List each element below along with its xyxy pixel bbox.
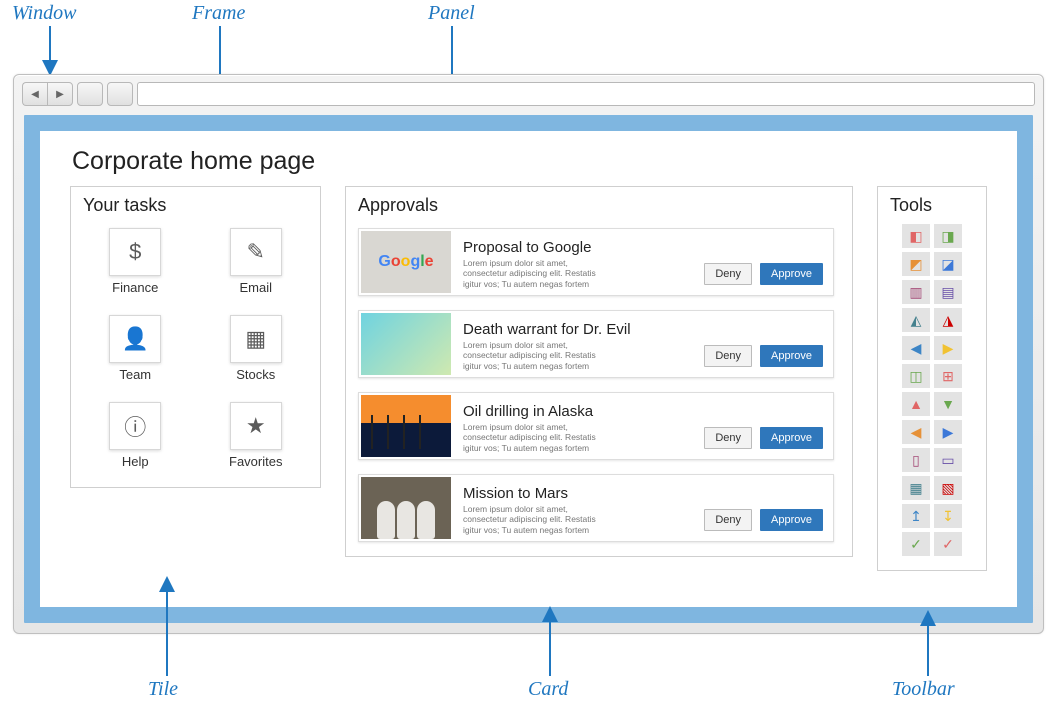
card-title: Oil drilling in Alaska	[463, 403, 831, 420]
forward-button[interactable]: ▶	[47, 82, 73, 106]
card-thumbnail	[361, 395, 451, 457]
annotation-card: Card	[528, 678, 568, 701]
page-title: Corporate home page	[72, 147, 987, 176]
tasks-panel-title: Your tasks	[83, 195, 308, 216]
deny-button[interactable]: Deny	[704, 427, 752, 449]
tool-button[interactable]: ◫	[902, 364, 930, 388]
card-title: Death warrant for Dr. Evil	[463, 321, 831, 338]
tool-button[interactable]: ◭	[902, 308, 930, 332]
approvals-panel-title: Approvals	[358, 195, 840, 216]
tool-button[interactable]: ✓	[934, 532, 962, 556]
tools-panel-title: Tools	[890, 195, 974, 216]
tile-help[interactable]: ⓘ Help	[89, 402, 182, 469]
browser-toolbar: ◀ ▶	[14, 75, 1043, 113]
favorites-icon: ★	[230, 402, 282, 450]
card-description: Lorem ipsum dolor sit amet, consectetur …	[463, 422, 613, 454]
annotation-window: Window	[12, 2, 76, 25]
arrow-tile	[157, 576, 177, 676]
tile-label: Help	[122, 454, 149, 469]
back-button[interactable]: ◀	[22, 82, 47, 106]
tool-button[interactable]: ▦	[902, 476, 930, 500]
annotation-panel: Panel	[428, 2, 475, 25]
deny-button[interactable]: Deny	[704, 263, 752, 285]
tool-button[interactable]: ▼	[934, 392, 962, 416]
tile-favorites[interactable]: ★ Favorites	[210, 402, 303, 469]
tool-button[interactable]: ◩	[902, 252, 930, 276]
browser-button-2[interactable]	[107, 82, 133, 106]
email-icon: ✎	[230, 228, 282, 276]
annotation-frame: Frame	[192, 2, 245, 25]
tool-button[interactable]: ▶	[934, 420, 962, 444]
tool-button[interactable]: ▧	[934, 476, 962, 500]
tile-team[interactable]: 👤 Team	[89, 315, 182, 382]
tool-button[interactable]: ▯	[902, 448, 930, 472]
deny-button[interactable]: Deny	[704, 509, 752, 531]
stocks-icon: ▦	[230, 315, 282, 363]
annotation-tile: Tile	[148, 678, 178, 701]
tool-button[interactable]: ✓	[902, 532, 930, 556]
card-thumbnail: Google	[361, 231, 451, 293]
tool-button[interactable]: ▶	[934, 336, 962, 360]
arrow-window	[40, 26, 60, 76]
card: Google Proposal to Google Lorem ipsum dolo…	[358, 228, 834, 296]
tool-button[interactable]: ▲	[902, 392, 930, 416]
tile-label: Favorites	[229, 454, 282, 469]
tool-button[interactable]: ◨	[934, 224, 962, 248]
tile-label: Stocks	[236, 367, 275, 382]
card-title: Proposal to Google	[463, 239, 831, 256]
approve-button[interactable]: Approve	[760, 509, 823, 531]
annotation-toolbar: Toolbar	[892, 678, 955, 701]
card-title: Mission to Mars	[463, 485, 831, 502]
arrow-toolbar	[918, 610, 938, 676]
tasks-panel: Your tasks $ Finance ✎ Email 👤 Team ▦ Stocks ⓘ He…	[70, 186, 321, 488]
tile-finance[interactable]: $ Finance	[89, 228, 182, 295]
tool-button[interactable]: ↥	[902, 504, 930, 528]
browser-window: ◀ ▶ Corporate home page Your tasks $ Fina…	[13, 74, 1044, 634]
tool-button[interactable]: ▥	[902, 280, 930, 304]
tile-email[interactable]: ✎ Email	[210, 228, 303, 295]
tool-button[interactable]: ◮	[934, 308, 962, 332]
tools-panel: Tools ◧◨◩◪▥▤◭◮◀▶◫⊞▲▼◀▶▯▭▦▧↥↧✓✓	[877, 186, 987, 571]
tool-button[interactable]: ◪	[934, 252, 962, 276]
browser-button-1[interactable]	[77, 82, 103, 106]
card: Mission to Mars Lorem ipsum dolor sit ame…	[358, 474, 834, 542]
arrow-card	[540, 606, 560, 676]
frame: Corporate home page Your tasks $ Finance ✎…	[24, 115, 1033, 623]
tool-button[interactable]: ▤	[934, 280, 962, 304]
tool-button[interactable]: ◀	[902, 336, 930, 360]
tile-stocks[interactable]: ▦ Stocks	[210, 315, 303, 382]
card-description: Lorem ipsum dolor sit amet, consectetur …	[463, 504, 613, 536]
tile-label: Finance	[112, 280, 158, 295]
card-thumbnail	[361, 477, 451, 539]
tool-button[interactable]: ▭	[934, 448, 962, 472]
card: Death warrant for Dr. Evil Lorem ipsum do…	[358, 310, 834, 378]
approve-button[interactable]: Approve	[760, 427, 823, 449]
approvals-panel: Approvals Google Proposal to Google Lorem …	[345, 186, 853, 557]
approve-button[interactable]: Approve	[760, 263, 823, 285]
card-thumbnail	[361, 313, 451, 375]
help-icon: ⓘ	[109, 402, 161, 450]
tool-button[interactable]: ◀	[902, 420, 930, 444]
card-description: Lorem ipsum dolor sit amet, consectetur …	[463, 258, 613, 290]
tool-button[interactable]: ◧	[902, 224, 930, 248]
card-description: Lorem ipsum dolor sit amet, consectetur …	[463, 340, 613, 372]
deny-button[interactable]: Deny	[704, 345, 752, 367]
approve-button[interactable]: Approve	[760, 345, 823, 367]
tool-button[interactable]: ⊞	[934, 364, 962, 388]
card: Oil drilling in Alaska Lorem ipsum dolor …	[358, 392, 834, 460]
tool-button[interactable]: ↧	[934, 504, 962, 528]
finance-icon: $	[109, 228, 161, 276]
tile-label: Team	[119, 367, 151, 382]
tile-label: Email	[239, 280, 272, 295]
team-icon: 👤	[109, 315, 161, 363]
url-bar[interactable]	[137, 82, 1035, 106]
